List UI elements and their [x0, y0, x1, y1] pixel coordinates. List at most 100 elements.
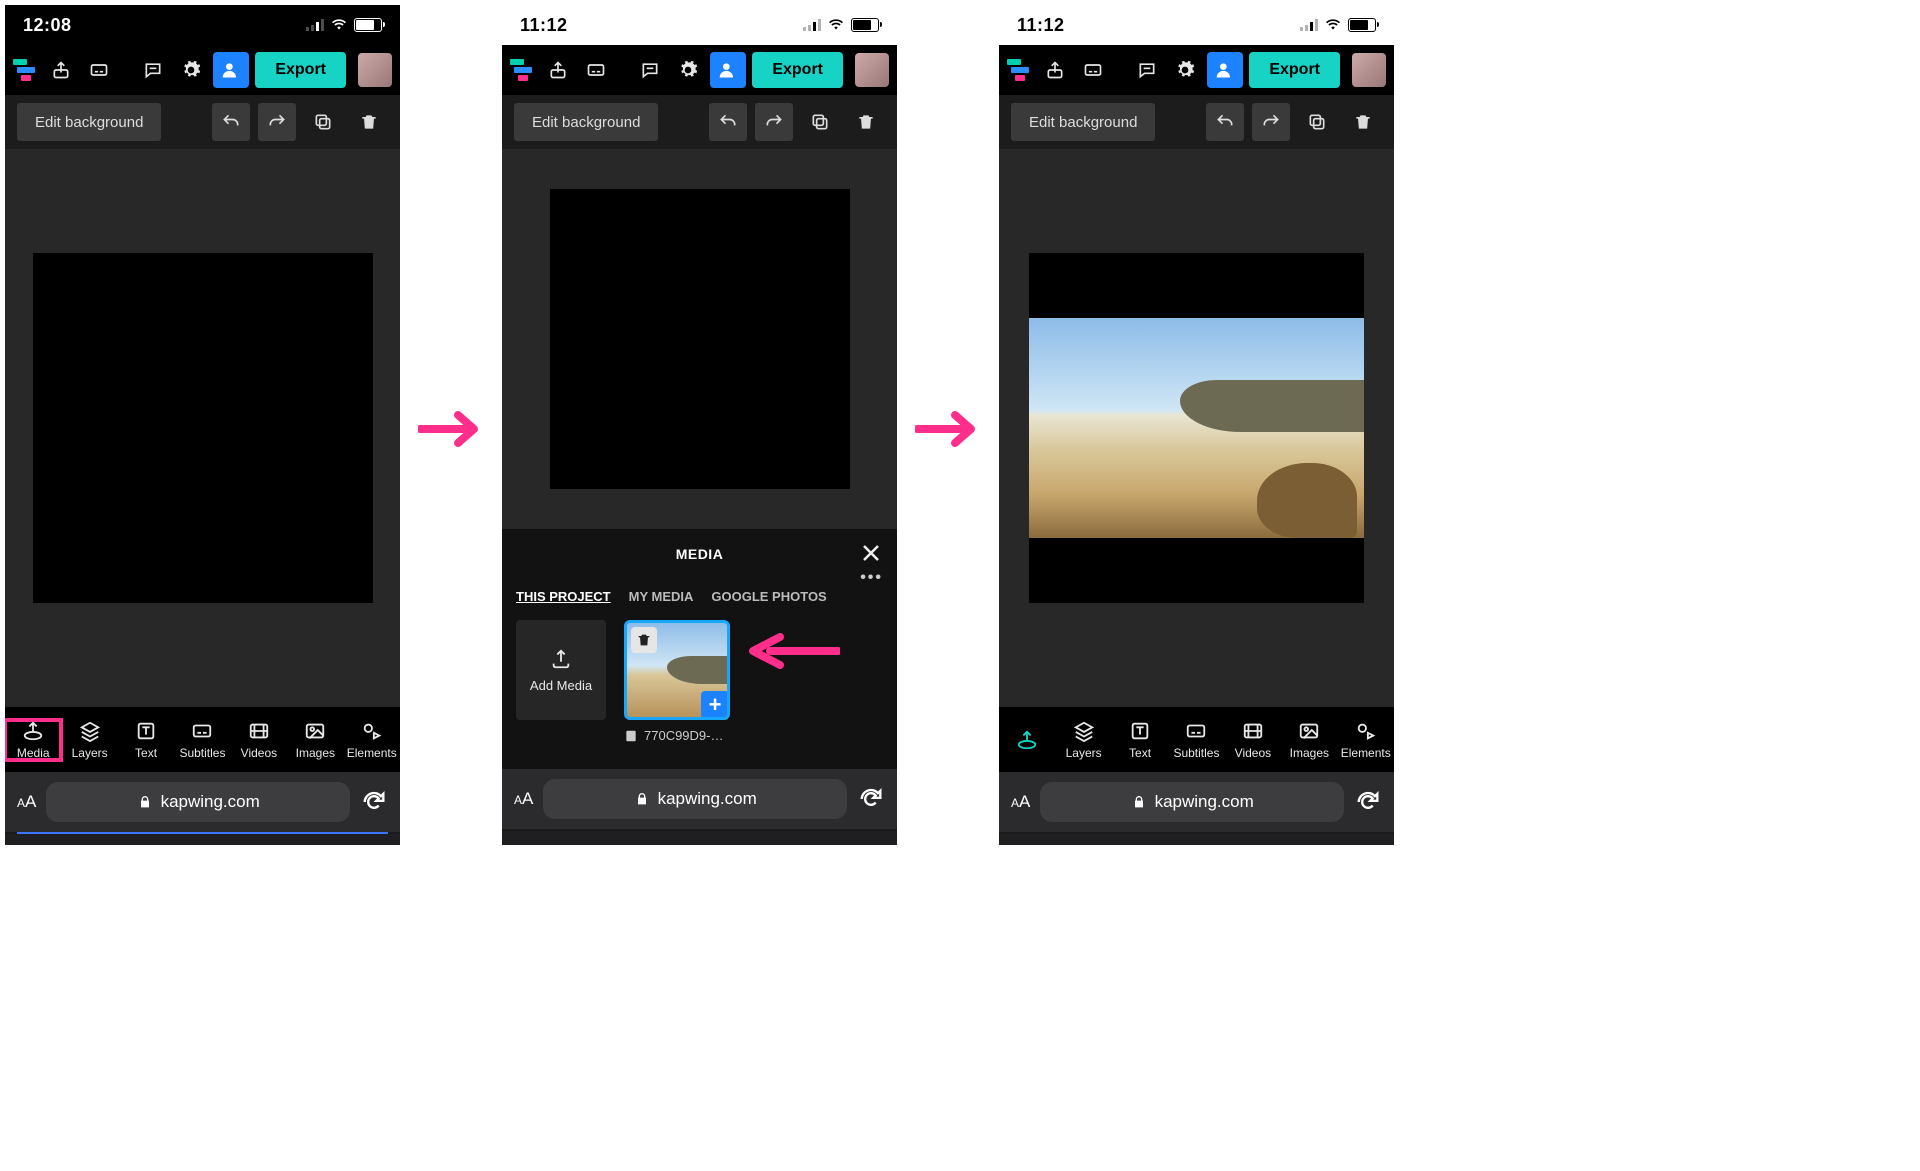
tool-tab-media[interactable]: [999, 729, 1055, 751]
edit-background-button[interactable]: Edit background: [1011, 103, 1155, 141]
tool-tab-label: Text: [135, 746, 157, 760]
export-button[interactable]: Export: [255, 52, 346, 88]
app-toolbar: Export: [5, 45, 400, 95]
tool-tab-media[interactable]: Media: [5, 720, 61, 760]
copy-icon[interactable]: [1298, 103, 1336, 141]
caption-icon[interactable]: [1077, 54, 1109, 86]
kapwing-logo-icon[interactable]: [510, 59, 536, 81]
wifi-icon: [330, 18, 348, 32]
url-pill[interactable]: kapwing.com: [46, 782, 350, 822]
reload-icon[interactable]: [360, 788, 388, 816]
edit-background-button[interactable]: Edit background: [514, 103, 658, 141]
redo-button[interactable]: [1252, 103, 1290, 141]
comments-icon[interactable]: [634, 54, 666, 86]
canvas-area[interactable]: [5, 149, 400, 707]
tool-tab-images[interactable]: Images: [287, 720, 343, 760]
tool-tab-label: Subtitles: [179, 746, 225, 760]
trash-icon[interactable]: [847, 103, 885, 141]
canvas[interactable]: [550, 189, 850, 489]
status-icons: [803, 18, 879, 32]
add-collaborator-button[interactable]: [710, 52, 746, 88]
copy-icon[interactable]: [304, 103, 342, 141]
tool-tabs: Layers Text Subtitles Videos Images Elem…: [999, 707, 1394, 772]
safari-addressbar: AA kapwing.com: [999, 772, 1394, 832]
battery-icon: [1348, 18, 1376, 32]
text-size-icon[interactable]: AA: [514, 789, 533, 809]
media-tab-this-project[interactable]: THIS PROJECT: [516, 589, 611, 604]
statusbar: 11:12: [502, 5, 897, 45]
placed-image[interactable]: [1029, 318, 1364, 538]
kapwing-logo-icon[interactable]: [13, 59, 39, 81]
cellular-icon: [306, 19, 324, 31]
upload-icon: [550, 648, 572, 670]
redo-button[interactable]: [258, 103, 296, 141]
canvas[interactable]: [1029, 253, 1364, 603]
share-icon[interactable]: [45, 54, 77, 86]
tool-tab-label: Images: [296, 746, 335, 760]
tool-tab-images[interactable]: Images: [1281, 720, 1337, 760]
tool-tab-label: Layers: [1066, 746, 1102, 760]
canvas-area[interactable]: [502, 149, 897, 529]
redo-button[interactable]: [755, 103, 793, 141]
edit-row: Edit background: [5, 95, 400, 149]
tool-tab-elements[interactable]: Elements: [1338, 720, 1394, 760]
tool-tab-text[interactable]: Text: [118, 720, 174, 760]
undo-button[interactable]: [1206, 103, 1244, 141]
tool-tab-elements[interactable]: Elements: [344, 720, 400, 760]
caption-icon[interactable]: [580, 54, 612, 86]
cellular-icon: [1300, 19, 1318, 31]
add-thumb-icon[interactable]: +: [701, 691, 729, 719]
tool-tab-layers[interactable]: Layers: [61, 720, 117, 760]
lock-icon: [1131, 794, 1147, 810]
media-tab-my-media[interactable]: MY MEDIA: [629, 589, 694, 604]
tool-tab-subtitles[interactable]: Subtitles: [174, 720, 230, 760]
delete-thumb-icon[interactable]: [631, 627, 657, 653]
status-icons: [1300, 18, 1376, 32]
comments-icon[interactable]: [1131, 54, 1163, 86]
safari-addressbar: AA kapwing.com: [5, 772, 400, 832]
media-thumbnail[interactable]: + 770C99D9-…: [624, 620, 730, 743]
undo-button[interactable]: [709, 103, 747, 141]
add-collaborator-button[interactable]: [1207, 52, 1243, 88]
url-pill[interactable]: kapwing.com: [1040, 782, 1344, 822]
add-collaborator-button[interactable]: [213, 52, 249, 88]
tool-tab-videos[interactable]: Videos: [1225, 720, 1281, 760]
tool-tab-label: Text: [1129, 746, 1151, 760]
share-icon[interactable]: [1039, 54, 1071, 86]
copy-icon[interactable]: [801, 103, 839, 141]
user-avatar[interactable]: [358, 53, 392, 87]
add-media-button[interactable]: Add Media: [516, 620, 606, 720]
trash-icon[interactable]: [350, 103, 388, 141]
text-size-icon[interactable]: AA: [17, 792, 36, 812]
export-button[interactable]: Export: [752, 52, 843, 88]
user-avatar[interactable]: [1352, 53, 1386, 87]
close-icon[interactable]: [859, 541, 883, 565]
canvas[interactable]: [33, 253, 373, 603]
tool-tabs: Media Layers Text Subtitles Videos Image…: [5, 707, 400, 772]
tool-tab-layers[interactable]: Layers: [1055, 720, 1111, 760]
export-button[interactable]: Export: [1249, 52, 1340, 88]
canvas-area[interactable]: [999, 149, 1394, 707]
safari-nav: [5, 834, 400, 845]
url-pill[interactable]: kapwing.com: [543, 779, 847, 819]
kapwing-logo-icon[interactable]: [1007, 59, 1033, 81]
tool-tab-text[interactable]: Text: [1112, 720, 1168, 760]
settings-gear-icon[interactable]: [1169, 54, 1201, 86]
undo-button[interactable]: [212, 103, 250, 141]
text-size-icon[interactable]: AA: [1011, 792, 1030, 812]
media-tab-google-photos[interactable]: GOOGLE PHOTOS: [711, 589, 826, 604]
user-avatar[interactable]: [855, 53, 889, 87]
reload-icon[interactable]: [857, 785, 885, 813]
tool-tab-videos[interactable]: Videos: [231, 720, 287, 760]
edit-background-button[interactable]: Edit background: [17, 103, 161, 141]
caption-icon[interactable]: [83, 54, 115, 86]
annotation-arrow-icon: [745, 632, 840, 670]
share-icon[interactable]: [542, 54, 574, 86]
reload-icon[interactable]: [1354, 788, 1382, 816]
comments-icon[interactable]: [137, 54, 169, 86]
tool-tab-subtitles[interactable]: Subtitles: [1168, 720, 1224, 760]
settings-gear-icon[interactable]: [175, 54, 207, 86]
trash-icon[interactable]: [1344, 103, 1382, 141]
more-options-icon[interactable]: •••: [860, 569, 883, 587]
settings-gear-icon[interactable]: [672, 54, 704, 86]
